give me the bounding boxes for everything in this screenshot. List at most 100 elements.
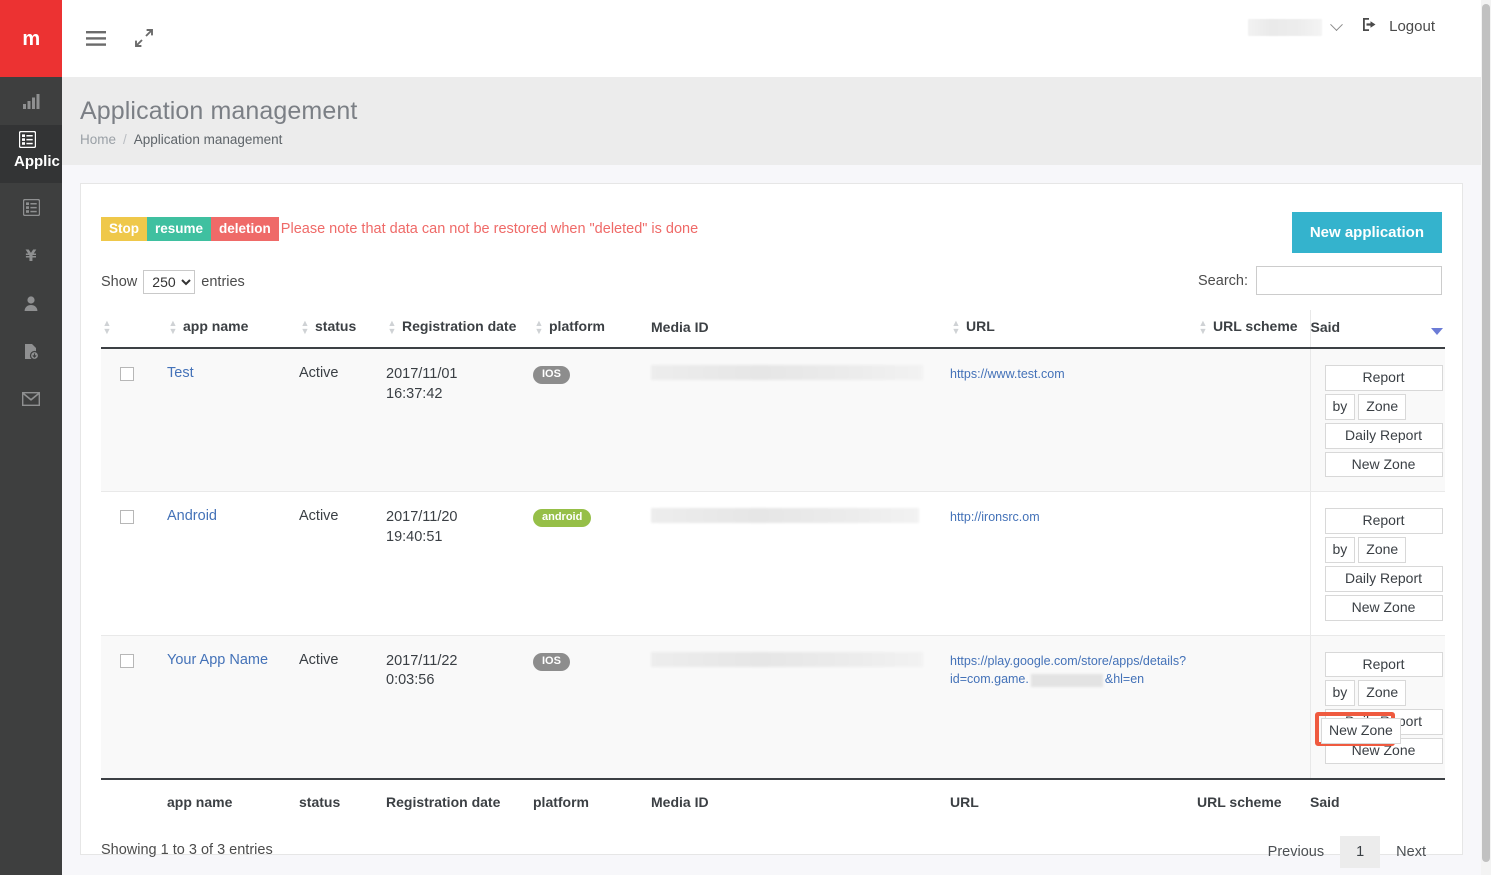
- zone-button[interactable]: Zone: [1358, 394, 1407, 420]
- pagination-page-1[interactable]: 1: [1340, 835, 1381, 868]
- cell-said: Report by Zone Daily Report New Zone: [1309, 635, 1445, 780]
- cell-said: Report by Zone Daily Report New Zone: [1309, 491, 1445, 636]
- url-link[interactable]: http://ironsrc.om: [950, 510, 1040, 524]
- th-status[interactable]: ▲ ▼ status: [299, 310, 386, 350]
- by-button[interactable]: by: [1324, 537, 1356, 564]
- table-row[interactable]: Your App Name Active 2017/11/22 0:03:56 …: [101, 635, 1445, 780]
- sort-arrows-icon: ▲ ▼: [1198, 318, 1208, 337]
- daily-report-button[interactable]: Daily Report: [1324, 422, 1443, 449]
- zone-button[interactable]: Zone: [1358, 537, 1407, 564]
- cell-url-scheme: [1197, 348, 1310, 493]
- hamburger-icon[interactable]: [78, 20, 114, 56]
- sidebar-item-reports[interactable]: [0, 183, 62, 231]
- highlighted-new-zone-button[interactable]: New Zone: [1321, 718, 1401, 744]
- new-application-button[interactable]: New application: [1291, 212, 1442, 253]
- table-row[interactable]: Android Active 2017/11/20 19:40:51 andro…: [101, 491, 1445, 636]
- platform-badge: IOS: [533, 366, 570, 385]
- list-alt-icon: [19, 131, 36, 148]
- cell-media-id: [651, 348, 950, 493]
- cell-app-name: Test: [167, 348, 299, 493]
- cell-status: Active: [299, 635, 386, 780]
- time-value: 19:40:51: [386, 529, 443, 546]
- cell-url: https://www.test.com: [950, 348, 1197, 493]
- by-button[interactable]: by: [1324, 680, 1356, 707]
- entries-length-control: Show 250 entries: [101, 270, 245, 294]
- sidebar-item-analytics[interactable]: [0, 77, 62, 125]
- bar-chart-icon: [22, 93, 40, 109]
- th-label: Media ID: [651, 319, 709, 336]
- cell-checkbox: [101, 491, 167, 636]
- said-button-group: Report by Zone Daily Report New Zone: [1324, 508, 1443, 621]
- table-body: Test Active 2017/11/01 16:37:42 IOS http…: [101, 348, 1445, 780]
- th-url[interactable]: ▲ ▼ URL: [950, 310, 1197, 350]
- tf-platform: platform: [533, 777, 651, 820]
- sidebar-item-account[interactable]: [0, 279, 62, 327]
- row-checkbox[interactable]: [120, 510, 134, 525]
- report-button[interactable]: Report: [1324, 651, 1443, 678]
- sort-arrows-icon: ▲ ▼: [951, 318, 961, 337]
- brand-logo[interactable]: m: [0, 0, 62, 77]
- row-checkbox[interactable]: [120, 653, 134, 668]
- pagination-next[interactable]: Next: [1380, 836, 1442, 868]
- date-value: 2017/11/20: [386, 509, 458, 526]
- app-name-link[interactable]: Your App Name: [167, 652, 268, 668]
- new-zone-button[interactable]: New Zone: [1324, 594, 1443, 621]
- cell-url-scheme: [1197, 491, 1310, 636]
- media-id-redacted: [651, 365, 923, 381]
- cell-registration-date: 2017/11/22 0:03:56: [386, 635, 533, 780]
- list-alt-icon: [22, 198, 40, 216]
- sidebar-item-label: Applic: [14, 153, 60, 170]
- app-name-link[interactable]: Test: [167, 365, 194, 381]
- th-label: status: [315, 318, 357, 334]
- th-registration-date[interactable]: ▲ ▼ Registration date: [386, 310, 533, 350]
- pagination-previous[interactable]: Previous: [1252, 836, 1340, 868]
- page-scrollbar-thumb[interactable]: [1482, 4, 1490, 862]
- url-part-1: https://play.google.com/store/apps/detai…: [950, 653, 1187, 668]
- table-row[interactable]: Test Active 2017/11/01 16:37:42 IOS http…: [101, 348, 1445, 493]
- table-head: ▲ ▼ ▲ ▼ app name ▲ ▼ status ▲ ▼ Registration da…: [101, 310, 1445, 350]
- show-label: Show: [101, 274, 138, 290]
- page-scrollbar-track[interactable]: [1481, 0, 1491, 875]
- th-label: platform: [549, 318, 605, 334]
- cell-status: Active: [299, 491, 386, 636]
- daily-report-button[interactable]: Daily Report: [1324, 566, 1443, 592]
- th-media-id[interactable]: Media ID: [651, 310, 950, 350]
- brand-logo-text: m: [22, 27, 40, 50]
- user-menu-dropdown[interactable]: [1248, 18, 1343, 36]
- search-input[interactable]: [1256, 266, 1442, 295]
- zone-button[interactable]: Zone: [1358, 680, 1407, 707]
- sidebar-item-messages[interactable]: [0, 375, 62, 423]
- url-link[interactable]: https://play.google.com/store/apps/detai…: [950, 654, 1186, 687]
- app-name-link[interactable]: Android: [167, 508, 217, 524]
- th-platform[interactable]: ▲ ▼ platform: [533, 310, 651, 350]
- sidebar-item-billing[interactable]: ¥: [0, 231, 62, 279]
- row-checkbox[interactable]: [120, 367, 134, 382]
- th-url-scheme[interactable]: ▲ ▼ URL scheme: [1197, 310, 1310, 350]
- legend-note-text: Please note that data can not be restore…: [280, 221, 699, 237]
- th-app-name[interactable]: ▲ ▼ app name: [167, 310, 299, 350]
- by-button[interactable]: by: [1324, 394, 1356, 420]
- th-select-all[interactable]: ▲ ▼: [101, 310, 167, 350]
- entries-select[interactable]: 250: [143, 270, 196, 294]
- table-controls: Show 250 entries Search:: [101, 260, 1442, 310]
- cell-app-name: Your App Name: [167, 635, 299, 780]
- report-button[interactable]: Report: [1324, 508, 1443, 535]
- caret-down-icon[interactable]: [1431, 328, 1443, 336]
- th-label: URL: [966, 318, 995, 334]
- logout-button[interactable]: Logout: [1362, 17, 1435, 36]
- sidebar-item-application-management[interactable]: Applic: [0, 125, 62, 183]
- breadcrumb-current: Application management: [133, 132, 283, 147]
- new-zone-button[interactable]: New Zone: [1324, 451, 1443, 478]
- search-control: Search:: [1198, 266, 1442, 295]
- sort-arrows-icon: ▲ ▼: [534, 318, 544, 337]
- logout-label: Logout: [1389, 18, 1435, 35]
- cell-status: Active: [299, 348, 386, 493]
- fullscreen-expand-icon[interactable]: [126, 20, 162, 56]
- breadcrumb-separator: /: [123, 132, 127, 147]
- user-icon: [23, 295, 39, 312]
- url-link[interactable]: https://www.test.com: [950, 367, 1065, 381]
- th-label: URL scheme: [1213, 318, 1298, 334]
- breadcrumb-home-link[interactable]: Home: [80, 132, 116, 147]
- sidebar-item-downloads[interactable]: [0, 327, 62, 375]
- report-button[interactable]: Report: [1324, 365, 1443, 392]
